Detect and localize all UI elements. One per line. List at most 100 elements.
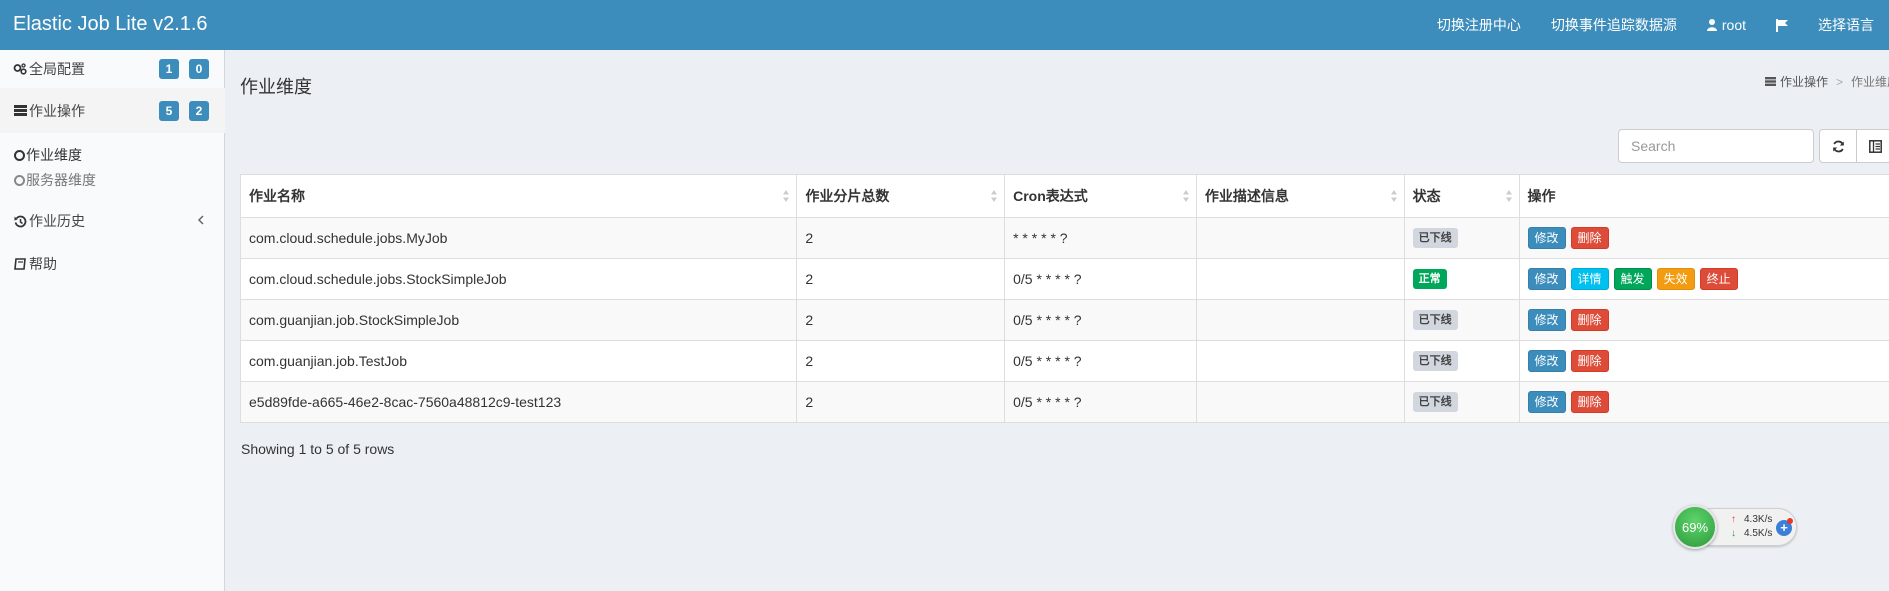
delete-button[interactable]: 删除 <box>1570 227 1609 249</box>
sidebar-item-job-history[interactable]: 作业历史 <box>0 208 225 234</box>
column-header-label: Cron表达式 <box>1013 188 1088 204</box>
sort-icon <box>991 190 998 202</box>
breadcrumb: 作业操作 > 作业维度 <box>1765 73 1889 90</box>
circle-icon <box>14 174 25 186</box>
cell-description <box>1195 259 1404 299</box>
count-badge: 0 <box>189 59 209 79</box>
column-header-job-name[interactable]: 作业名称 <box>241 175 796 217</box>
cell-status: 已下线 <box>1403 341 1519 381</box>
cell-cron: 0/5 * * * * ? <box>1004 300 1196 340</box>
network-monitor-widget[interactable]: 69% ↑ 4.3K/s ↓ 4.5K/s + <box>1673 505 1798 549</box>
top-header: Elastic Job Lite v2.1.6 切换注册中心 切换事件追踪数据源… <box>0 0 1889 50</box>
nav-switch-registry-center[interactable]: 切换注册中心 <box>1422 15 1536 35</box>
cell-status: 正常 <box>1403 259 1519 299</box>
shutdown-button[interactable]: 终止 <box>1699 268 1738 290</box>
column-header-operations: 操作 <box>1518 175 1889 217</box>
sort-icon <box>1182 190 1189 202</box>
arrow-up-icon: ↑ <box>1731 514 1736 525</box>
sidebar-item-label: 作业操作 <box>29 102 85 119</box>
detail-button[interactable]: 详情 <box>1570 268 1609 290</box>
nav-switch-event-trace-source[interactable]: 切换事件追踪数据源 <box>1536 15 1692 35</box>
sidebar-subitem-label: 作业维度 <box>26 147 82 163</box>
server-stack-icon <box>1765 77 1776 86</box>
count-badge: 5 <box>159 100 179 121</box>
column-header-cron[interactable]: Cron表达式 <box>1004 175 1196 217</box>
breadcrumb-separator: > <box>1836 74 1844 89</box>
cell-cron: 0/5 * * * * ? <box>1004 259 1196 299</box>
status-badge: 已下线 <box>1412 351 1458 371</box>
column-header-label: 作业名称 <box>249 188 305 204</box>
nav-user-menu[interactable]: root <box>1692 17 1761 33</box>
cell-job-name: com.guanjian.job.TestJob <box>249 353 407 369</box>
status-badge: 正常 <box>1412 269 1447 289</box>
cell-job-name: e5d89fde-a665-46e2-8cac-7560a48812c9-tes… <box>249 394 562 410</box>
sidebar-item-label: 帮助 <box>29 256 57 272</box>
sidebar-item-help[interactable]: 帮助 <box>0 251 225 277</box>
nav-select-language[interactable]: 选择语言 <box>1803 15 1889 35</box>
sidebar-item-label: 作业历史 <box>29 213 85 229</box>
cell-shard-total: 2 <box>796 382 1004 422</box>
refresh-button[interactable] <box>1819 129 1857 163</box>
nav-flag[interactable] <box>1761 18 1803 32</box>
network-usage-percent[interactable]: 69% <box>1673 505 1717 549</box>
table-row: com.cloud.schedule.jobs.StockSimpleJob 2… <box>241 258 1889 299</box>
top-navigation: 切换注册中心 切换事件追踪数据源 root 选择语言 <box>1422 0 1889 50</box>
app-logo-title[interactable]: Elastic Job Lite v2.1.6 <box>13 13 208 36</box>
modify-button[interactable]: 修改 <box>1527 309 1566 331</box>
breadcrumb-item-job-operation[interactable]: 作业操作 <box>1780 73 1828 90</box>
book-icon <box>13 257 27 271</box>
disable-button[interactable]: 失效 <box>1656 268 1695 290</box>
sort-icon <box>1505 190 1512 202</box>
column-header-shard-total[interactable]: 作业分片总数 <box>796 175 1004 217</box>
column-header-status[interactable]: 状态 <box>1403 175 1519 217</box>
sidebar-item-label: 全局配置 <box>29 61 85 77</box>
delete-button[interactable]: 删除 <box>1570 391 1609 413</box>
nav-label: 切换事件追踪数据源 <box>1550 17 1677 33</box>
cell-job-name: com.cloud.schedule.jobs.StockSimpleJob <box>249 271 507 287</box>
modify-button[interactable]: 修改 <box>1527 268 1566 290</box>
sidebar-subitem-server-dimension[interactable]: 服务器维度 <box>14 170 96 190</box>
cell-operations: 修改 删除 <box>1518 218 1889 258</box>
cell-operations: 修改 删除 <box>1518 382 1889 422</box>
cell-shard-total: 2 <box>796 341 1004 381</box>
sidebar-item-job-operation[interactable]: 作业操作 5 2 <box>0 88 225 133</box>
flag-icon <box>1776 18 1788 32</box>
breadcrumb-item-current: 作业维度 <box>1851 75 1889 89</box>
sidebar-subitem-job-dimension[interactable]: 作业维度 <box>14 145 82 165</box>
cell-job-name: com.guanjian.job.StockSimpleJob <box>249 312 460 328</box>
upload-speed: ↑ 4.3K/s <box>1731 514 1772 525</box>
modify-button[interactable]: 修改 <box>1527 350 1566 372</box>
cell-cron: 0/5 * * * * ? <box>1004 341 1196 381</box>
search-input[interactable] <box>1618 129 1814 163</box>
cell-cron: 0/5 * * * * ? <box>1004 382 1196 422</box>
modify-button[interactable]: 修改 <box>1527 391 1566 413</box>
delete-button[interactable]: 删除 <box>1570 309 1609 331</box>
status-badge: 已下线 <box>1412 228 1458 248</box>
gears-icon <box>13 62 27 76</box>
status-badge: 已下线 <box>1412 310 1458 330</box>
table-row: com.cloud.schedule.jobs.MyJob 2 * * * * … <box>241 217 1889 258</box>
column-header-description[interactable]: 作业描述信息 <box>1195 175 1404 217</box>
delete-button[interactable]: 删除 <box>1570 350 1609 372</box>
cell-description <box>1195 341 1404 381</box>
cell-operations: 修改 删除 <box>1518 300 1889 340</box>
cell-description <box>1195 218 1404 258</box>
cell-job-name: com.cloud.schedule.jobs.MyJob <box>249 230 448 246</box>
nav-user-name: root <box>1721 17 1746 33</box>
sidebar-subitem-label: 服务器维度 <box>26 172 96 188</box>
table-row: e5d89fde-a665-46e2-8cac-7560a48812c9-tes… <box>241 381 1889 422</box>
page-title: 作业维度 <box>240 77 312 97</box>
modify-button[interactable]: 修改 <box>1527 227 1566 249</box>
cell-description <box>1195 382 1404 422</box>
nav-label: 选择语言 <box>1818 17 1874 33</box>
cell-shard-total: 2 <box>796 218 1004 258</box>
table-row: com.guanjian.job.StockSimpleJob 2 0/5 * … <box>241 299 1889 340</box>
column-header-label: 作业描述信息 <box>1204 188 1289 204</box>
trigger-button[interactable]: 触发 <box>1613 268 1652 290</box>
arrow-down-icon: ↓ <box>1731 528 1736 539</box>
sidebar-item-global-config[interactable]: 全局配置 1 0 <box>0 50 225 88</box>
columns-toggle-button[interactable] <box>1856 129 1889 163</box>
circle-icon <box>14 149 25 161</box>
cell-status: 已下线 <box>1403 382 1519 422</box>
table-row: com.guanjian.job.TestJob 2 0/5 * * * * ?… <box>241 340 1889 381</box>
